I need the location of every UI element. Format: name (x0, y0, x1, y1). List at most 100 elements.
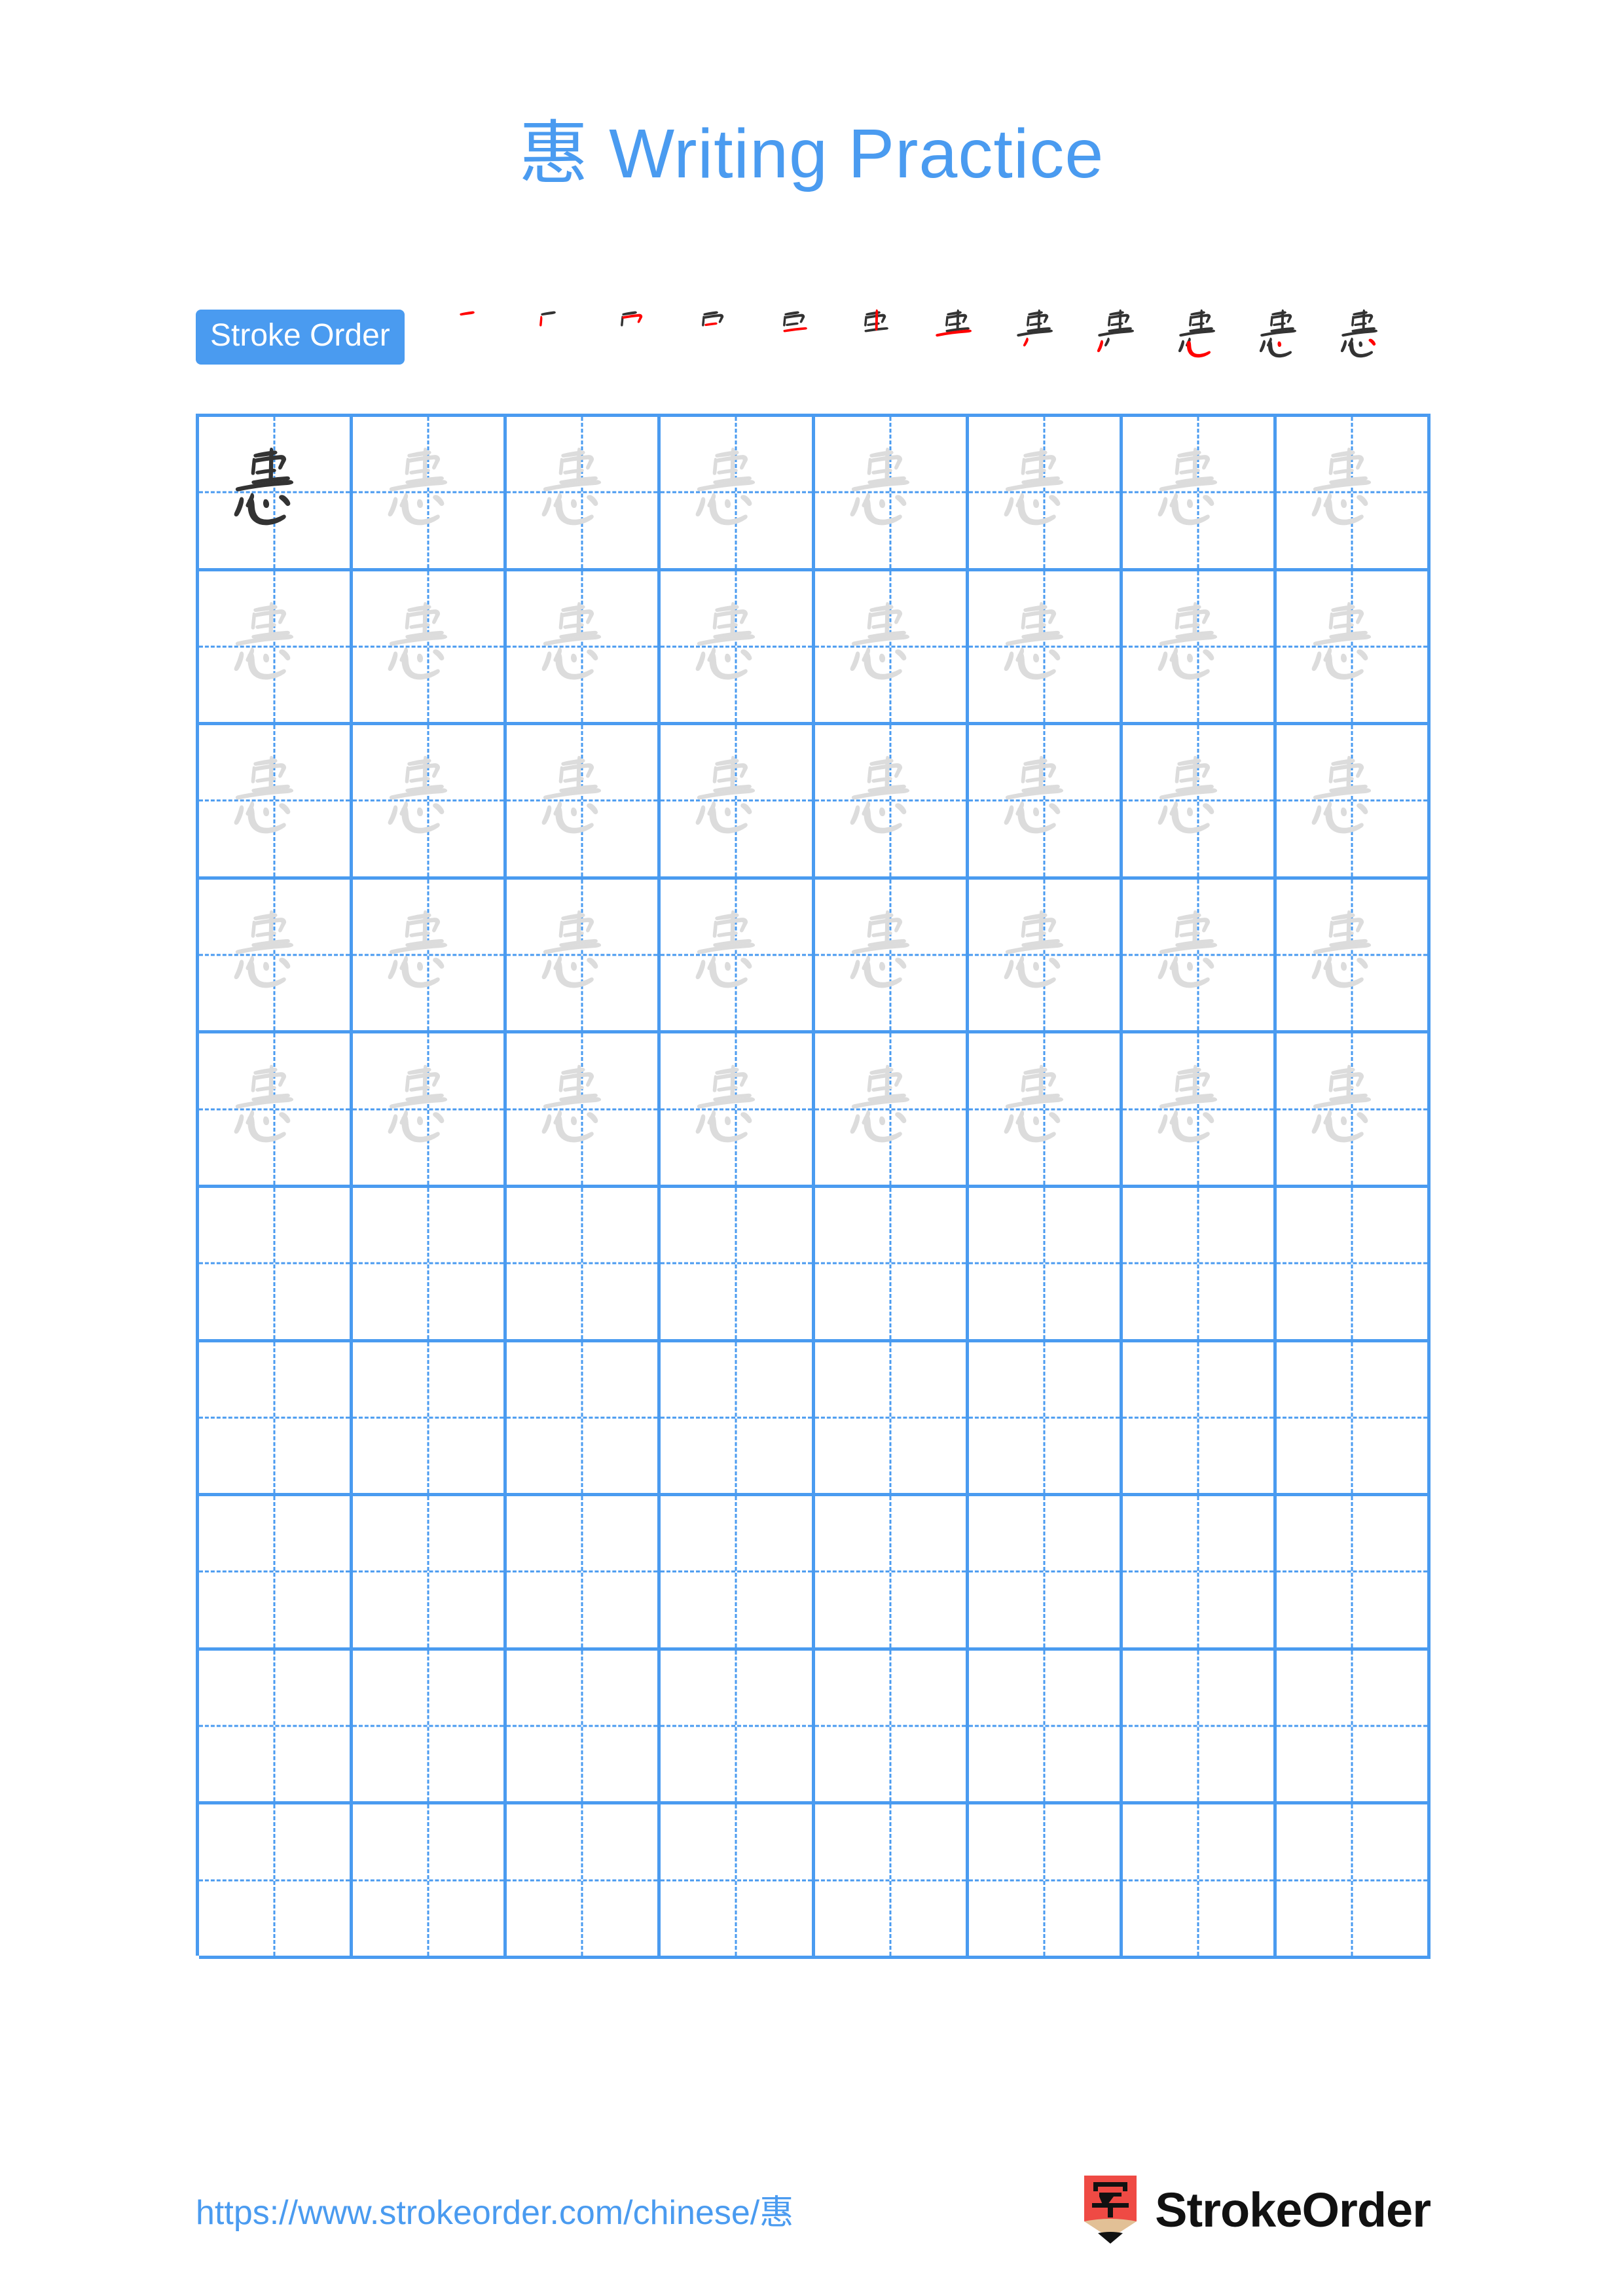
practice-cell[interactable] (1122, 571, 1277, 726)
practice-cell[interactable] (353, 879, 507, 1034)
practice-cell[interactable] (968, 1650, 1123, 1805)
tracing-character (815, 417, 966, 568)
practice-cell[interactable] (1122, 1804, 1277, 1959)
practice-cell[interactable] (661, 1187, 815, 1342)
practice-cell[interactable] (814, 417, 969, 571)
cell-horizontal-guide (661, 1416, 812, 1419)
practice-cell[interactable] (814, 571, 969, 726)
stroke-order-section: Stroke Order (196, 298, 1431, 376)
tracing-character (1123, 571, 1273, 723)
stroke-order-step (919, 298, 1000, 376)
practice-cell[interactable] (353, 1650, 507, 1805)
practice-cell[interactable] (661, 1342, 815, 1497)
practice-cell[interactable] (814, 1496, 969, 1651)
practice-cell[interactable] (507, 1804, 661, 1959)
practice-cell[interactable] (507, 417, 661, 571)
practice-cell[interactable] (661, 571, 815, 726)
practice-grid-row (199, 1033, 1431, 1188)
practice-cell[interactable] (353, 1496, 507, 1651)
practice-cell[interactable] (1276, 725, 1431, 880)
practice-cell[interactable] (1276, 571, 1431, 726)
practice-cell[interactable] (661, 1033, 815, 1188)
tracing-character (1277, 571, 1427, 723)
practice-cell[interactable] (968, 725, 1123, 880)
practice-cell[interactable] (814, 879, 969, 1034)
cell-horizontal-guide (199, 1725, 350, 1727)
practice-cell[interactable] (353, 1187, 507, 1342)
practice-cell[interactable] (353, 1033, 507, 1188)
practice-cell[interactable] (199, 1804, 354, 1959)
practice-cell[interactable] (199, 417, 354, 571)
practice-cell[interactable] (661, 1650, 815, 1805)
cell-vertical-guide (735, 1496, 737, 1647)
practice-cell[interactable] (1276, 1342, 1431, 1497)
practice-cell[interactable] (199, 1650, 354, 1805)
practice-cell[interactable] (1276, 1496, 1431, 1651)
practice-cell[interactable] (661, 1804, 815, 1959)
practice-cell[interactable] (507, 725, 661, 880)
practice-cell[interactable] (353, 1804, 507, 1959)
practice-cell[interactable] (968, 417, 1123, 571)
practice-cell[interactable] (968, 1342, 1123, 1497)
practice-cell[interactable] (1276, 879, 1431, 1034)
practice-cell[interactable] (814, 725, 969, 880)
practice-cell[interactable] (507, 1187, 661, 1342)
practice-cell[interactable] (199, 1187, 354, 1342)
practice-cell[interactable] (1122, 1033, 1277, 1188)
practice-cell[interactable] (968, 879, 1123, 1034)
practice-cell[interactable] (661, 725, 815, 880)
practice-cell[interactable] (1122, 725, 1277, 880)
practice-cell[interactable] (353, 571, 507, 726)
practice-cell[interactable] (814, 1650, 969, 1805)
practice-cell[interactable] (199, 725, 354, 880)
stroke-order-step (1163, 298, 1244, 376)
practice-cell[interactable] (1122, 417, 1277, 571)
practice-cell[interactable] (1276, 417, 1431, 571)
practice-cell[interactable] (507, 879, 661, 1034)
practice-cell[interactable] (814, 1187, 969, 1342)
cell-vertical-guide (1351, 1342, 1353, 1494)
practice-cell[interactable] (968, 571, 1123, 726)
practice-cell[interactable] (814, 1033, 969, 1188)
practice-cell[interactable] (199, 1342, 354, 1497)
practice-cell[interactable] (1276, 1187, 1431, 1342)
practice-cell[interactable] (1276, 1650, 1431, 1805)
tracing-character (507, 417, 657, 568)
practice-cell[interactable] (661, 1496, 815, 1651)
practice-cell[interactable] (661, 879, 815, 1034)
practice-cell[interactable] (968, 1804, 1123, 1959)
practice-cell[interactable] (199, 1033, 354, 1188)
practice-cell[interactable] (1122, 1342, 1277, 1497)
practice-cell[interactable] (1122, 1187, 1277, 1342)
practice-cell[interactable] (199, 1496, 354, 1651)
practice-cell[interactable] (507, 1342, 661, 1497)
stroke-order-step (676, 298, 757, 376)
practice-cell[interactable] (968, 1187, 1123, 1342)
practice-cell[interactable] (199, 879, 354, 1034)
practice-grid-row (199, 571, 1431, 726)
cell-horizontal-guide (1122, 1725, 1273, 1727)
practice-cell[interactable] (507, 1033, 661, 1188)
practice-cell[interactable] (507, 1650, 661, 1805)
practice-cell[interactable] (1276, 1804, 1431, 1959)
practice-cell[interactable] (968, 1033, 1123, 1188)
practice-cell[interactable] (353, 417, 507, 571)
practice-cell[interactable] (1122, 1650, 1277, 1805)
practice-cell[interactable] (507, 571, 661, 726)
practice-cell[interactable] (814, 1804, 969, 1959)
practice-cell[interactable] (353, 725, 507, 880)
footer-url-link[interactable]: https://www.strokeorder.com/chinese/惠 (196, 2185, 793, 2234)
cell-vertical-guide (1351, 1187, 1353, 1339)
practice-cell[interactable] (814, 1342, 969, 1497)
cell-horizontal-guide (968, 1416, 1120, 1419)
practice-cell[interactable] (968, 1496, 1123, 1651)
practice-cell[interactable] (507, 1496, 661, 1651)
practice-cell[interactable] (1122, 879, 1277, 1034)
cell-vertical-guide (427, 1496, 429, 1647)
practice-cell[interactable] (199, 571, 354, 726)
practice-cell[interactable] (1276, 1033, 1431, 1188)
practice-cell[interactable] (353, 1342, 507, 1497)
practice-cell[interactable] (1122, 1496, 1277, 1651)
tracing-character (1123, 880, 1273, 1031)
practice-cell[interactable] (661, 417, 815, 571)
